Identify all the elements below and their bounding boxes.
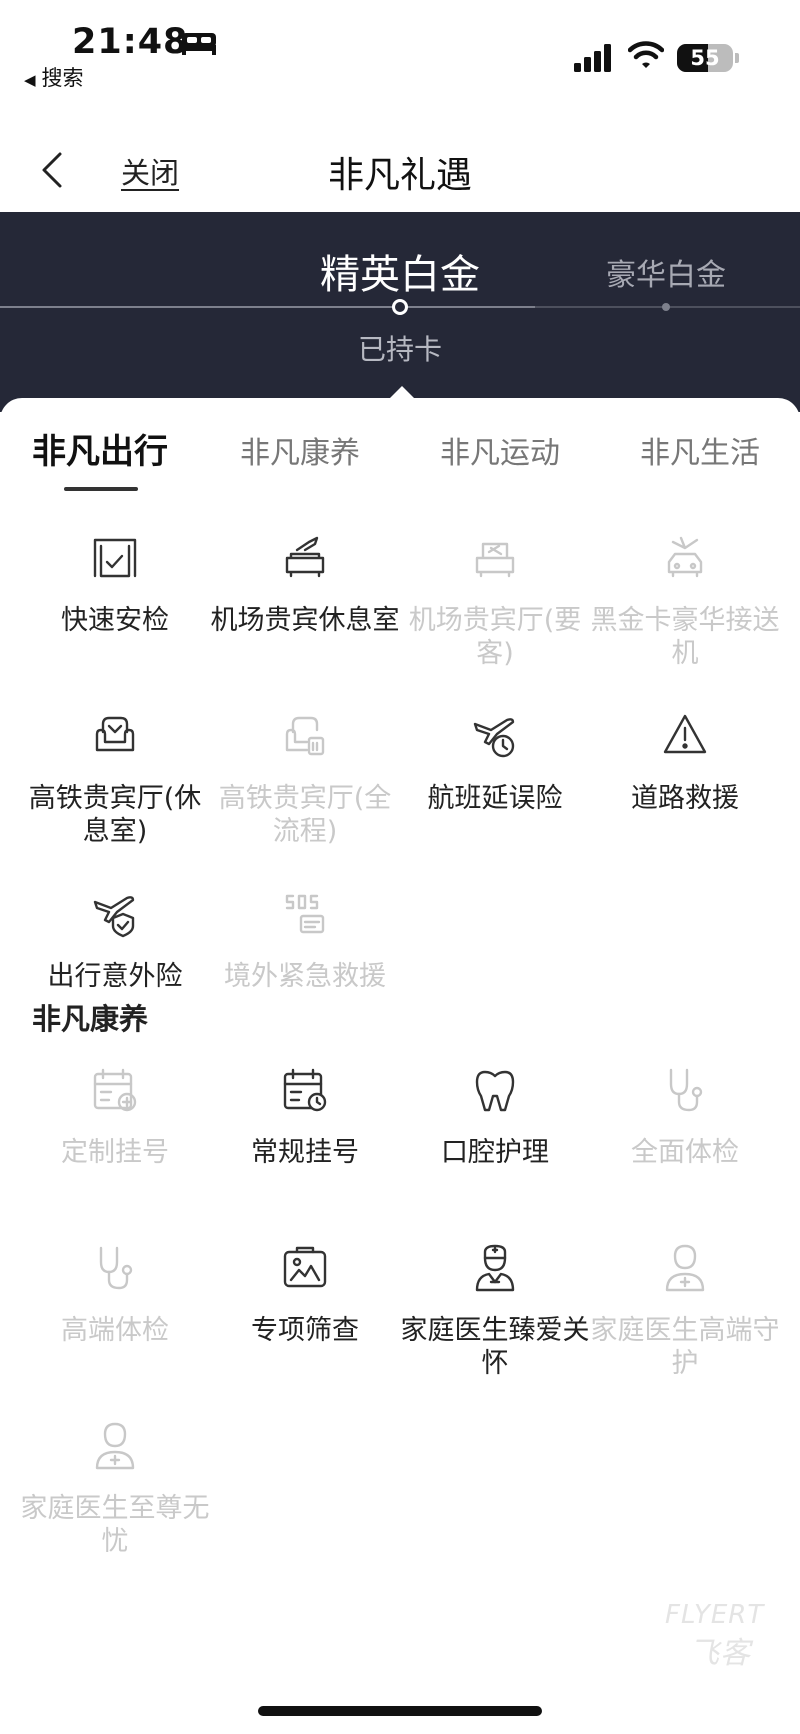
active-tab-indicator <box>64 487 138 491</box>
benefit-label: 家庭医生至尊无忧 <box>20 1493 210 1557</box>
next-tier-marker <box>662 303 670 311</box>
security-gate-icon <box>93 538 137 578</box>
sos-icon <box>285 894 325 934</box>
xray-icon <box>283 1246 327 1288</box>
back-to-app-link[interactable]: ◀ 搜索 <box>24 62 84 92</box>
benefit-item[interactable]: 全面体检 <box>590 1062 780 1169</box>
membership-tier-band: 精英白金 豪华白金 已持卡 <box>0 212 800 412</box>
benefit-label: 定制挂号 <box>61 1137 169 1168</box>
benefit-label: 高铁贵宾厅(休息室) <box>28 783 202 847</box>
battery-level: 55 <box>690 46 720 70</box>
cellular-signal-icon <box>574 44 614 72</box>
stethoscope-icon <box>669 1068 703 1112</box>
benefits-card: 非凡出行 非凡康养 非凡运动 非凡生活 快速安检 机场贵宾休息室 机场贵宾厅(要… <box>0 398 800 1734</box>
benefit-item[interactable]: 高端体检 <box>20 1240 210 1347</box>
benefit-label: 高铁贵宾厅(全流程) <box>218 783 392 847</box>
sleep-mode-icon <box>182 33 216 55</box>
benefit-label: 快速安检 <box>61 605 169 636</box>
benefit-label: 机场贵宾厅(要客) <box>408 605 582 669</box>
benefit-label: 家庭医生高端守护 <box>590 1315 780 1379</box>
tab-travel[interactable]: 非凡出行 <box>0 424 200 473</box>
benefit-tabs: 非凡出行 非凡康养 非凡运动 非凡生活 <box>0 424 800 494</box>
car-plane-icon <box>667 536 703 578</box>
watermark-latin: FLYERT <box>665 1600 765 1630</box>
benefit-item[interactable]: 家庭医生高端守护 <box>590 1240 780 1380</box>
warning-triangle-icon <box>663 714 707 754</box>
tab-health[interactable]: 非凡康养 <box>200 428 400 472</box>
armchair-icon <box>95 716 135 752</box>
benefit-label: 常规挂号 <box>251 1137 359 1168</box>
benefit-label: 道路救援 <box>631 783 739 814</box>
benefit-item[interactable]: 家庭医生臻爱关怀 <box>400 1240 590 1380</box>
benefit-label: 机场贵宾休息室 <box>210 605 400 636</box>
page-title: 非凡礼遇 <box>327 155 472 196</box>
vip-lounge-icon <box>475 542 515 578</box>
wifi-icon <box>628 41 664 68</box>
benefit-label: 专项筛查 <box>251 1315 359 1346</box>
benefit-label: 口腔护理 <box>441 1137 549 1168</box>
stethoscope-icon <box>99 1246 133 1290</box>
status-time: 21:48 <box>72 22 189 62</box>
nav-bar: 关闭 非凡礼遇 <box>0 120 800 210</box>
tab-lifestyle[interactable]: 非凡生活 <box>600 428 800 472</box>
benefit-item[interactable]: 出行意外险 <box>20 886 210 993</box>
nurse-icon <box>95 1422 135 1470</box>
benefit-item[interactable]: 家庭医生至尊无忧 <box>20 1418 210 1558</box>
benefit-item[interactable]: 境外紧急救援 <box>210 886 400 993</box>
benefit-item[interactable]: 黑金卡豪华接送机 <box>590 530 780 670</box>
benefit-item[interactable]: 高铁贵宾厅(休息室) <box>20 708 210 848</box>
armchair-ticket-icon <box>285 716 325 756</box>
lounge-sofa-icon <box>285 536 325 578</box>
benefit-label: 出行意外险 <box>47 961 183 992</box>
current-tier-marker <box>392 299 408 315</box>
benefit-item[interactable]: 道路救援 <box>590 708 780 815</box>
tooth-icon <box>475 1070 515 1112</box>
plane-clock-icon <box>473 718 515 758</box>
watermark-cn: 飞客 <box>689 1636 751 1671</box>
battery-indicator: 55 <box>677 44 733 72</box>
calendar-clock-icon <box>283 1068 327 1112</box>
plane-shield-icon <box>93 896 135 938</box>
benefit-label: 全面体检 <box>631 1137 739 1168</box>
benefit-label: 家庭医生臻爱关怀 <box>400 1315 590 1379</box>
benefit-item[interactable]: 常规挂号 <box>210 1062 400 1169</box>
benefit-item[interactable]: 定制挂号 <box>20 1062 210 1169</box>
benefit-item[interactable]: 高铁贵宾厅(全流程) <box>210 708 400 848</box>
benefit-label: 航班延误险 <box>427 783 563 814</box>
benefit-item[interactable]: 机场贵宾厅(要客) <box>400 530 590 670</box>
benefit-item[interactable]: 机场贵宾休息室 <box>210 530 400 637</box>
next-tier-label[interactable]: 豪华白金 <box>606 250 726 294</box>
benefit-item[interactable]: 航班延误险 <box>400 708 590 815</box>
benefit-label: 高端体检 <box>61 1315 169 1346</box>
nurse-icon <box>665 1244 705 1292</box>
card-status-label: 已持卡 <box>357 333 442 366</box>
home-indicator[interactable] <box>258 1706 542 1716</box>
doctor-icon <box>475 1244 515 1292</box>
section-title-health: 非凡康养 <box>32 1002 149 1036</box>
status-bar: 21:48 ◀ 搜索 55 <box>0 0 800 100</box>
calendar-plus-icon <box>93 1068 137 1112</box>
back-app-label: 搜索 <box>41 66 84 90</box>
benefit-label: 境外紧急救援 <box>224 961 386 992</box>
benefit-item[interactable]: 专项筛查 <box>210 1240 400 1347</box>
benefit-item[interactable]: 快速安检 <box>20 530 210 637</box>
back-triangle-icon: ◀ <box>24 71 36 89</box>
tab-sports[interactable]: 非凡运动 <box>400 428 600 472</box>
watermark-logo: FLYERT 飞客 <box>665 1600 764 1672</box>
benefit-item[interactable]: 口腔护理 <box>400 1062 590 1169</box>
benefit-label: 黑金卡豪华接送机 <box>590 605 780 669</box>
